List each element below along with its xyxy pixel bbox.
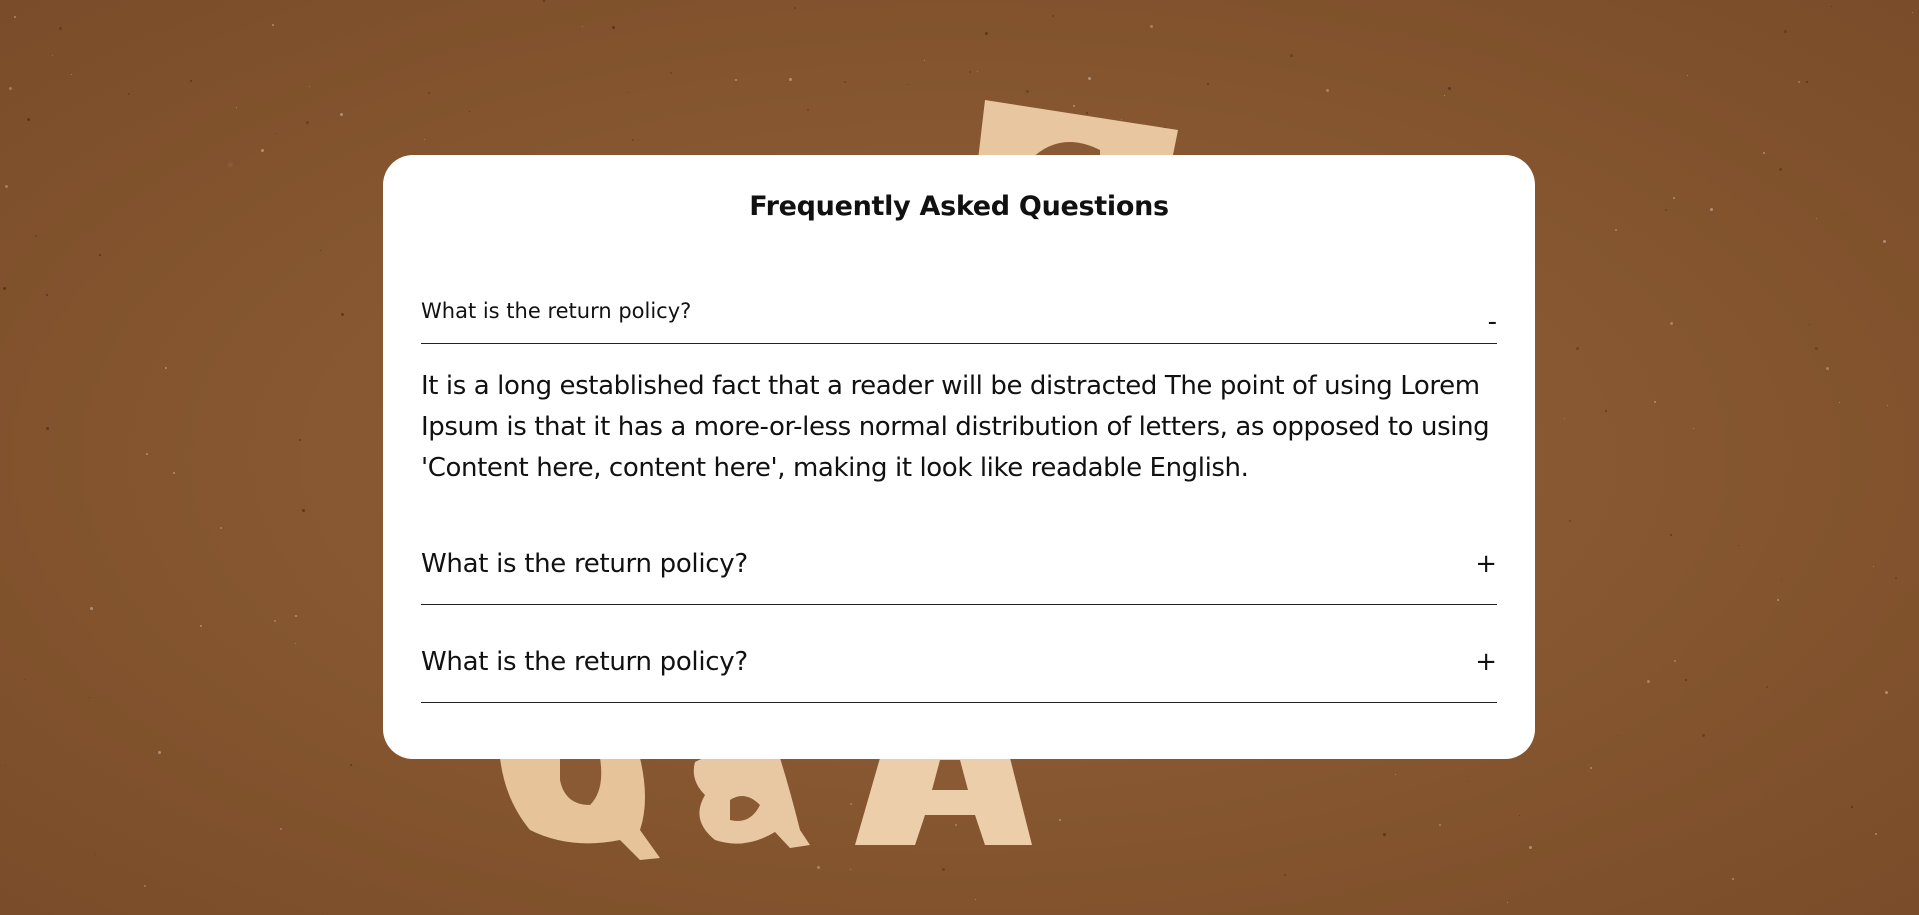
faq-item: What is the return policy? + <box>421 538 1497 605</box>
faq-answer: It is a long established fact that a rea… <box>421 371 1490 483</box>
wooden-letter-top-icon <box>978 100 1178 160</box>
wooden-letter-a-icon <box>855 758 1032 845</box>
wooden-letter-ampersand-icon <box>693 753 810 848</box>
faq-question: What is the return policy? <box>421 299 692 323</box>
faq-item: What is the return policy? + <box>421 636 1497 703</box>
collapse-icon[interactable]: - <box>1488 307 1497 337</box>
faq-question-header[interactable]: What is the return policy? - <box>421 285 1497 344</box>
faq-item: What is the return policy? - It is a lon… <box>421 285 1497 489</box>
expand-icon[interactable]: + <box>1475 549 1497 579</box>
expand-icon[interactable]: + <box>1475 647 1497 677</box>
faq-question: What is the return policy? <box>421 549 748 579</box>
wooden-letter-q-icon <box>500 758 660 860</box>
faq-title: Frequently Asked Questions <box>749 191 1169 222</box>
faq-question-header[interactable]: What is the return policy? + <box>421 636 1497 703</box>
faq-question: What is the return policy? <box>421 647 748 677</box>
faq-question-header[interactable]: What is the return policy? + <box>421 538 1497 605</box>
faq-card: Frequently Asked Questions What is the r… <box>383 155 1535 759</box>
